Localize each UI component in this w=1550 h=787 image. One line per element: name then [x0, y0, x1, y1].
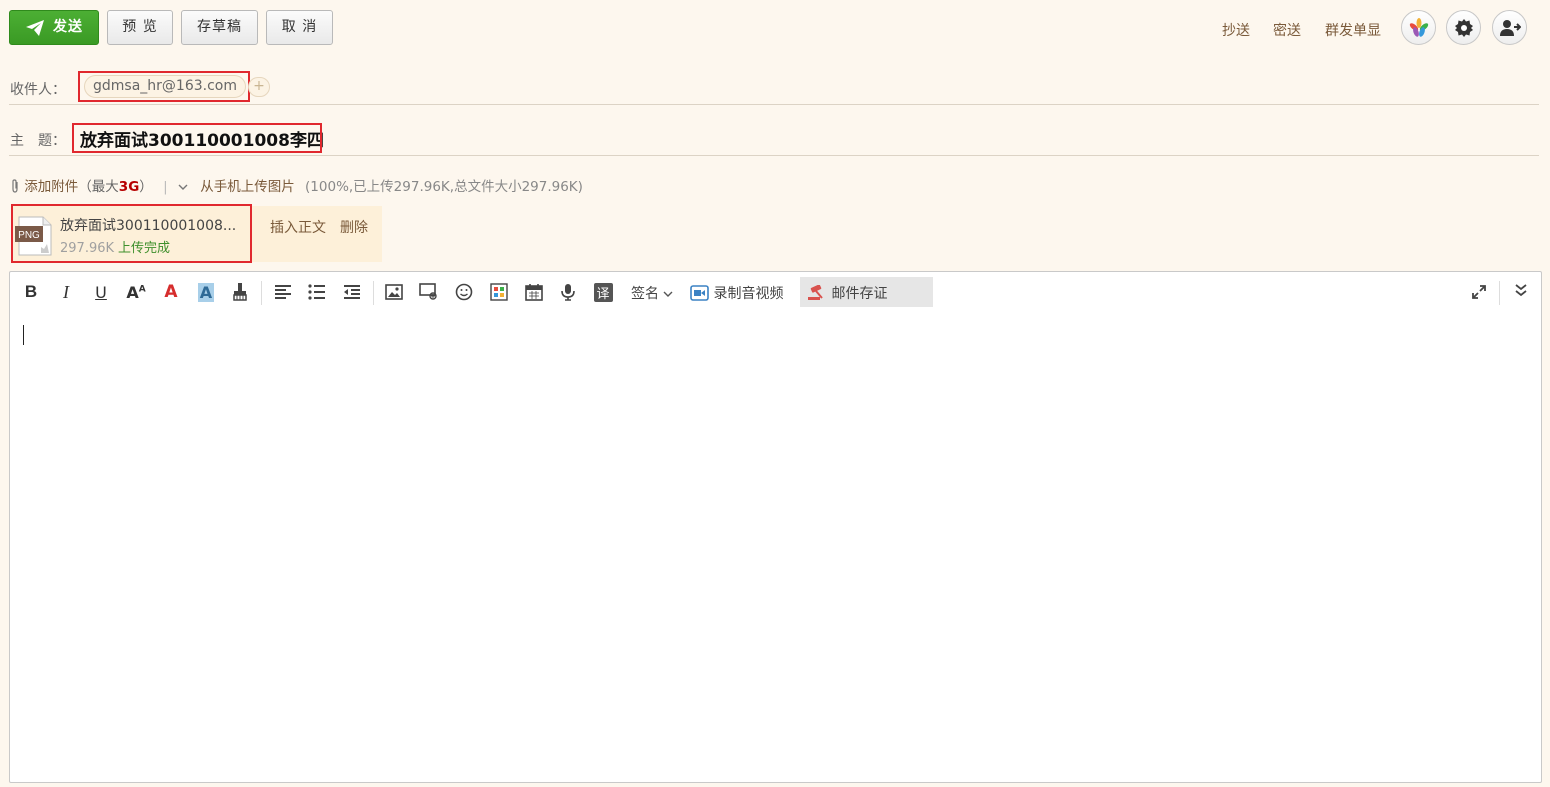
- subject-divider: [9, 155, 1539, 156]
- signature-label: 签名: [631, 286, 659, 302]
- max-size-prefix: （最大: [78, 179, 119, 195]
- align-left-icon: [275, 285, 291, 299]
- upload-status: (100%,已上传297.96K,总文件大小297.96K): [305, 179, 583, 195]
- brush-icon: [233, 283, 247, 301]
- record-video-label: 录制音视频: [713, 286, 784, 302]
- record-video-button[interactable]: 录制音视频: [690, 283, 783, 303]
- font-size-icon: AA: [126, 282, 146, 302]
- font-color-button[interactable]: A: [160, 281, 182, 303]
- recipient-divider: [9, 104, 1539, 105]
- toolbar-separator: [373, 281, 374, 305]
- add-recipient-button[interactable]: +: [248, 77, 270, 97]
- background-color-icon: A: [197, 282, 215, 302]
- send-label: 发送: [53, 19, 83, 35]
- template-button[interactable]: [488, 281, 510, 303]
- cc-link[interactable]: 抄送: [1222, 20, 1250, 40]
- user-switch-button[interactable]: [1492, 10, 1527, 45]
- translate-icon: 译: [593, 282, 613, 302]
- save-draft-button[interactable]: 存草稿: [181, 10, 258, 45]
- gavel-icon: [808, 284, 823, 300]
- send-button[interactable]: 发送: [9, 10, 99, 45]
- max-size-value: 3G: [118, 179, 140, 195]
- preview-button[interactable]: 预 览: [107, 10, 173, 45]
- calendar-icon: [525, 284, 543, 301]
- toolbar-separator: [261, 281, 262, 305]
- flower-icon: [1409, 17, 1428, 37]
- voice-button[interactable]: [557, 281, 579, 303]
- recipient-highlight-box: [78, 71, 250, 102]
- video-camera-icon: [690, 285, 709, 301]
- max-size-suffix: ）: [139, 179, 153, 195]
- screenshot-button[interactable]: [418, 281, 440, 303]
- translate-button[interactable]: 译: [592, 281, 614, 303]
- insert-into-body-link[interactable]: 插入正文: [270, 217, 326, 237]
- editor-toolbar: B I U AA A A 译 签名 录制音视频 邮件存证: [10, 272, 1541, 310]
- paper-plane-icon: [26, 20, 44, 36]
- emoji-button[interactable]: [453, 281, 475, 303]
- template-grid-icon: [490, 283, 508, 301]
- subject-highlight-box: [72, 123, 322, 153]
- attachment-bar: 添加附件（最大3G） | 从手机上传图片 (100%,已上传297.96K,总文…: [10, 175, 583, 195]
- calendar-button[interactable]: [523, 281, 545, 303]
- bcc-link[interactable]: 密送: [1273, 20, 1301, 40]
- double-chevron-down-icon: [1515, 284, 1527, 297]
- paperclip-icon: [12, 179, 18, 193]
- insert-image-button[interactable]: [383, 281, 405, 303]
- smiley-icon: [455, 283, 473, 301]
- group-single-display-link[interactable]: 群发单显: [1325, 20, 1381, 40]
- mail-evidence-label: 邮件存证: [831, 286, 888, 302]
- bullet-list-icon: [308, 284, 325, 300]
- add-attachment-link[interactable]: 添加附件: [24, 179, 78, 195]
- user-arrow-icon: [1499, 19, 1521, 36]
- more-tools-button[interactable]: [1510, 279, 1532, 301]
- subject-label: 主 题：: [10, 133, 66, 149]
- underline-button[interactable]: U: [90, 281, 112, 303]
- underline-icon: U: [95, 282, 107, 302]
- text-cursor: [23, 325, 24, 345]
- delete-attachment-link[interactable]: 删除: [340, 217, 368, 237]
- font-size-button[interactable]: AA: [125, 281, 147, 303]
- expand-editor-button[interactable]: [1468, 281, 1490, 303]
- bold-button[interactable]: B: [20, 281, 42, 303]
- settings-button[interactable]: [1446, 10, 1481, 45]
- font-color-icon: A: [164, 282, 178, 302]
- outdent-icon: [344, 285, 360, 299]
- recipient-label: 收件人：: [10, 82, 66, 98]
- background-color-button[interactable]: A: [195, 281, 217, 303]
- microphone-icon: [561, 284, 575, 301]
- chevron-down-icon: [663, 291, 673, 297]
- attach-separator: |: [163, 179, 168, 195]
- expand-icon: [1472, 285, 1486, 299]
- gear-icon: [1454, 18, 1473, 37]
- toolbar-separator: [1499, 281, 1500, 305]
- cancel-button[interactable]: 取 消: [266, 10, 333, 45]
- italic-button[interactable]: I: [55, 281, 77, 303]
- compose-toolbar: 发送 预 览 存草稿 取 消 抄送 密送 群发单显: [9, 10, 1550, 46]
- attachment-highlight-box: [11, 204, 252, 263]
- phone-upload-link[interactable]: 从手机上传图片: [200, 179, 295, 195]
- bold-icon: B: [24, 282, 38, 301]
- app-flower-button[interactable]: [1401, 10, 1436, 45]
- align-button[interactable]: [272, 281, 294, 303]
- chevron-down-icon[interactable]: [178, 183, 188, 191]
- mail-evidence-button[interactable]: 邮件存证: [807, 283, 887, 303]
- message-editor[interactable]: B I U AA A A 译 签名 录制音视频 邮件存证: [9, 271, 1542, 783]
- image-icon: [385, 284, 403, 300]
- indent-button[interactable]: [341, 281, 363, 303]
- bullet-list-button[interactable]: [306, 281, 328, 303]
- italic-icon: I: [63, 281, 69, 302]
- signature-dropdown[interactable]: 签名: [631, 283, 673, 303]
- screenshot-icon: [419, 283, 437, 300]
- clear-format-button[interactable]: [229, 281, 251, 303]
